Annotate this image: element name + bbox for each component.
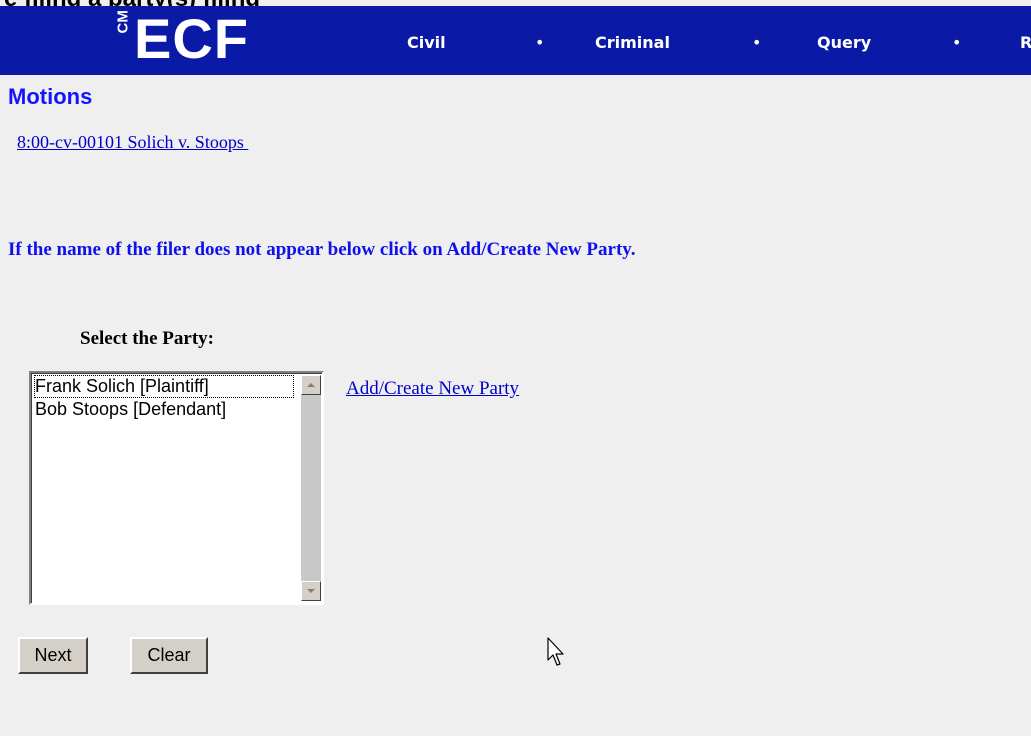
logo-ecf-text: ECF	[134, 7, 249, 70]
nav-reports[interactable]: R	[1020, 33, 1031, 53]
clear-button[interactable]: Clear	[130, 637, 208, 674]
nav-separator: •	[752, 33, 762, 52]
nav-separator: •	[952, 33, 962, 52]
cmecf-navbar: CM ECF Civil • Criminal • Query • R	[0, 6, 1031, 75]
listbox-scrollbar[interactable]	[301, 375, 321, 601]
nav-separator: •	[535, 33, 545, 52]
page-title: Motions	[8, 84, 93, 109]
next-button[interactable]: Next	[18, 637, 88, 674]
mouse-pointer-icon	[547, 637, 564, 666]
party-listbox[interactable]: Frank Solich [Plaintiff] Bob Stoops [Def…	[29, 371, 324, 605]
add-party-link[interactable]: Add/Create New Party	[346, 377, 519, 401]
party-option-defendant[interactable]: Bob Stoops [Defendant]	[34, 398, 294, 421]
arrow-up-icon	[307, 383, 315, 387]
instruction-text: If the name of the filer does not appear…	[8, 239, 636, 260]
nav-civil[interactable]: Civil	[407, 33, 446, 53]
logo-cm-text: CM	[114, 10, 132, 34]
arrow-down-icon	[307, 589, 315, 593]
scroll-down-button[interactable]	[301, 581, 321, 601]
scroll-up-button[interactable]	[301, 375, 321, 395]
party-option-plaintiff[interactable]: Frank Solich [Plaintiff]	[34, 375, 294, 398]
select-party-label: Select the Party:	[80, 328, 214, 349]
nav-query[interactable]: Query	[817, 33, 871, 53]
nav-criminal[interactable]: Criminal	[595, 33, 670, 53]
case-link[interactable]: 8:00-cv-00101 Solich v. Stoops	[17, 131, 248, 153]
